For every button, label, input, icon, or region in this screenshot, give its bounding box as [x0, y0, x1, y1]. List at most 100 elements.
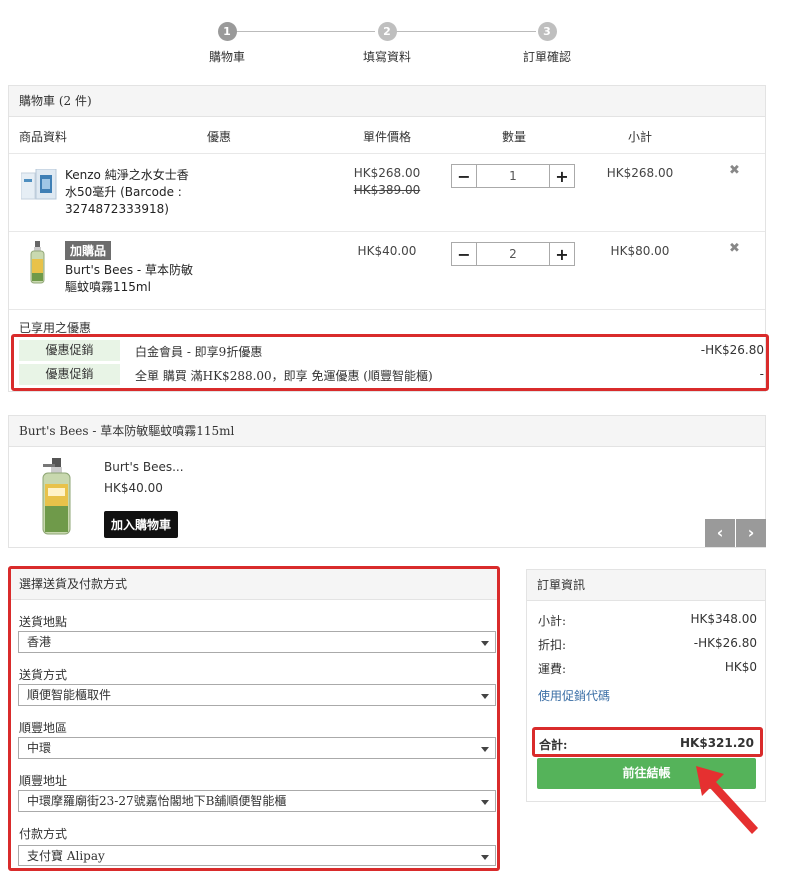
qty-plus-button[interactable]: +	[549, 164, 575, 188]
field-label: 順豐地區	[19, 721, 68, 735]
row-value: HK$348.00	[690, 612, 757, 626]
product-thumbnail	[21, 169, 57, 200]
promo-desc: 白金會員 - 即享9折優惠	[135, 345, 263, 359]
select-value: 香港	[27, 635, 52, 649]
unit-price: HK$40.00	[357, 244, 417, 258]
row-label: 運費:	[538, 662, 567, 676]
row-value: HK$0	[724, 660, 757, 674]
step-label: 填寫資料	[362, 50, 411, 64]
chevron-right-icon[interactable]: ›	[736, 519, 766, 547]
original-price: HK$389.00	[353, 183, 421, 197]
addon-product-price: HK$40.00	[104, 481, 163, 495]
row-value: -HK$26.80	[693, 636, 757, 650]
promo-desc: 全單 購買 滿HK$288.00，即享 免運優惠 (順豐智能櫃)	[135, 369, 433, 383]
payment-method-select[interactable]: 支付寶 Alipay	[18, 845, 496, 866]
applied-promos-highlight: 優惠促銷 白金會員 - 即享9折優惠 -HK$26.80 優惠促銷 全單 購買 …	[11, 334, 769, 391]
product-name[interactable]: Kenzo 純淨之水女士香 水50毫升 (Barcode : 327487233…	[65, 167, 189, 218]
promo-row: 優惠促銷 白金會員 - 即享9折優惠 -HK$26.80	[19, 340, 764, 361]
product-name-line: 3274872333918)	[65, 202, 169, 216]
col-qty: 數量	[502, 130, 527, 144]
product-thumbnail	[30, 241, 45, 284]
line-subtotal: HK$80.00	[610, 244, 670, 258]
shipping-title: 選擇送貨及付款方式	[11, 569, 497, 600]
product-name-line: Burt's Bees - 草本防敏	[65, 263, 194, 277]
addon-product-name[interactable]: Burt's Bees...	[104, 460, 184, 474]
use-promo-code-link[interactable]: 使用促銷代碼	[538, 687, 610, 704]
qty-input[interactable]: 2	[477, 242, 549, 266]
line-subtotal: HK$268.00	[606, 166, 674, 180]
field-label: 付款方式	[19, 827, 68, 841]
cart-panel: 購物車 (2 件) 商品資料 優惠 單件價格 數量 小計 Kenzo 純淨之水女…	[8, 85, 769, 392]
select-value: 中環摩羅廟街23-27號嘉怡閣地下B舖順便智能櫃	[27, 794, 287, 808]
carousel-nav: ‹ ›	[705, 519, 766, 547]
promo-row: 優惠促銷 全單 購買 滿HK$288.00，即享 免運優惠 (順豐智能櫃) -	[19, 364, 764, 385]
qty-plus-button[interactable]: +	[549, 242, 575, 266]
dropdown-caret-icon	[481, 694, 489, 699]
cart-title: 購物車 (2 件)	[9, 86, 765, 117]
qty-input[interactable]: 1	[477, 164, 549, 188]
step-number: 1	[217, 22, 237, 41]
chevron-left-icon[interactable]: ‹	[705, 519, 735, 547]
addon-title: Burt's Bees - 草本防敏驅蚊噴霧115ml	[9, 416, 765, 447]
select-value: 順便智能櫃取件	[27, 688, 112, 702]
product-name-line: 驅蚊噴霧115ml	[65, 280, 151, 294]
promo-amount: -	[759, 367, 764, 381]
row-label: 折扣:	[538, 638, 567, 652]
add-to-cart-button[interactable]: 加入購物車	[104, 511, 179, 538]
col-discount: 優惠	[207, 130, 232, 144]
product-name-line: 水50毫升 (Barcode :	[65, 185, 182, 199]
remove-icon[interactable]: ✖	[729, 241, 740, 256]
select-value: 中環	[27, 741, 52, 755]
order-discount-row: 折扣: -HK$26.80	[538, 636, 757, 653]
col-subtotal: 小計	[628, 130, 653, 144]
total-value: HK$321.20	[680, 736, 754, 750]
annotation-arrow-icon	[696, 766, 758, 834]
sf-address-select[interactable]: 中環摩羅廟街23-27號嘉怡閣地下B舖順便智能櫃	[18, 790, 496, 812]
checkout-steps: 1 購物車 2 填寫資料 3 訂單確認	[0, 22, 789, 70]
field-label: 送貨地點	[19, 615, 68, 629]
product-name-line: Kenzo 純淨之水女士香	[65, 168, 189, 182]
order-total-highlight: 合計: HK$321.20	[532, 727, 763, 757]
promo-tag: 優惠促銷	[19, 364, 120, 385]
addon-product-panel: Burt's Bees - 草本防敏驅蚊噴霧115ml Burt's Bees.…	[8, 415, 766, 548]
remove-icon[interactable]: ✖	[729, 163, 740, 178]
qty-minus-button[interactable]: −	[451, 164, 477, 188]
unit-price: HK$268.00 HK$389.00	[347, 165, 427, 199]
total-label: 合計:	[539, 738, 568, 752]
sf-region-select[interactable]: 中環	[18, 737, 496, 759]
promo-amount: -HK$26.80	[700, 343, 764, 357]
product-name[interactable]: Burt's Bees - 草本防敏 驅蚊噴霧115ml	[65, 262, 193, 296]
order-subtotal-row: 小計: HK$348.00	[538, 612, 757, 629]
divider	[9, 231, 765, 232]
product-image[interactable]	[39, 458, 75, 536]
quantity-stepper: − 1 +	[451, 164, 575, 188]
step-label: 購物車	[208, 50, 245, 64]
qty-minus-button[interactable]: −	[451, 242, 477, 266]
step-number: 3	[537, 22, 557, 41]
row-label: 小計:	[538, 614, 567, 628]
promo-tag: 優惠促銷	[19, 340, 120, 361]
quantity-stepper: − 2 +	[451, 242, 575, 266]
order-shipping-row: 運費: HK$0	[538, 660, 757, 677]
step-number: 2	[377, 22, 397, 41]
dropdown-caret-icon	[481, 800, 489, 805]
current-price: HK$268.00	[353, 166, 421, 180]
col-product: 商品資料	[19, 130, 68, 144]
order-title: 訂單資訊	[527, 570, 765, 601]
col-unit-price: 單件價格	[363, 130, 412, 144]
divider	[9, 153, 765, 154]
dropdown-caret-icon	[481, 747, 489, 752]
shipping-payment-panel: 選擇送貨及付款方式 送貨地點 香港 送貨方式 順便智能櫃取件 順豐地區 中環 順…	[8, 566, 500, 871]
delivery-method-select[interactable]: 順便智能櫃取件	[18, 684, 496, 706]
select-value: 支付寶 Alipay	[27, 849, 105, 863]
field-label: 送貨方式	[19, 668, 68, 682]
dropdown-caret-icon	[481, 855, 489, 860]
step-confirm: 3 訂單確認	[497, 22, 597, 65]
step-fill-info: 2 填寫資料	[337, 22, 437, 65]
field-label: 順豐地址	[19, 774, 68, 788]
divider	[9, 309, 765, 310]
addon-badge: 加購品	[65, 241, 112, 260]
step-cart: 1 購物車	[177, 22, 277, 65]
step-label: 訂單確認	[522, 50, 571, 64]
delivery-location-select[interactable]: 香港	[18, 631, 496, 653]
